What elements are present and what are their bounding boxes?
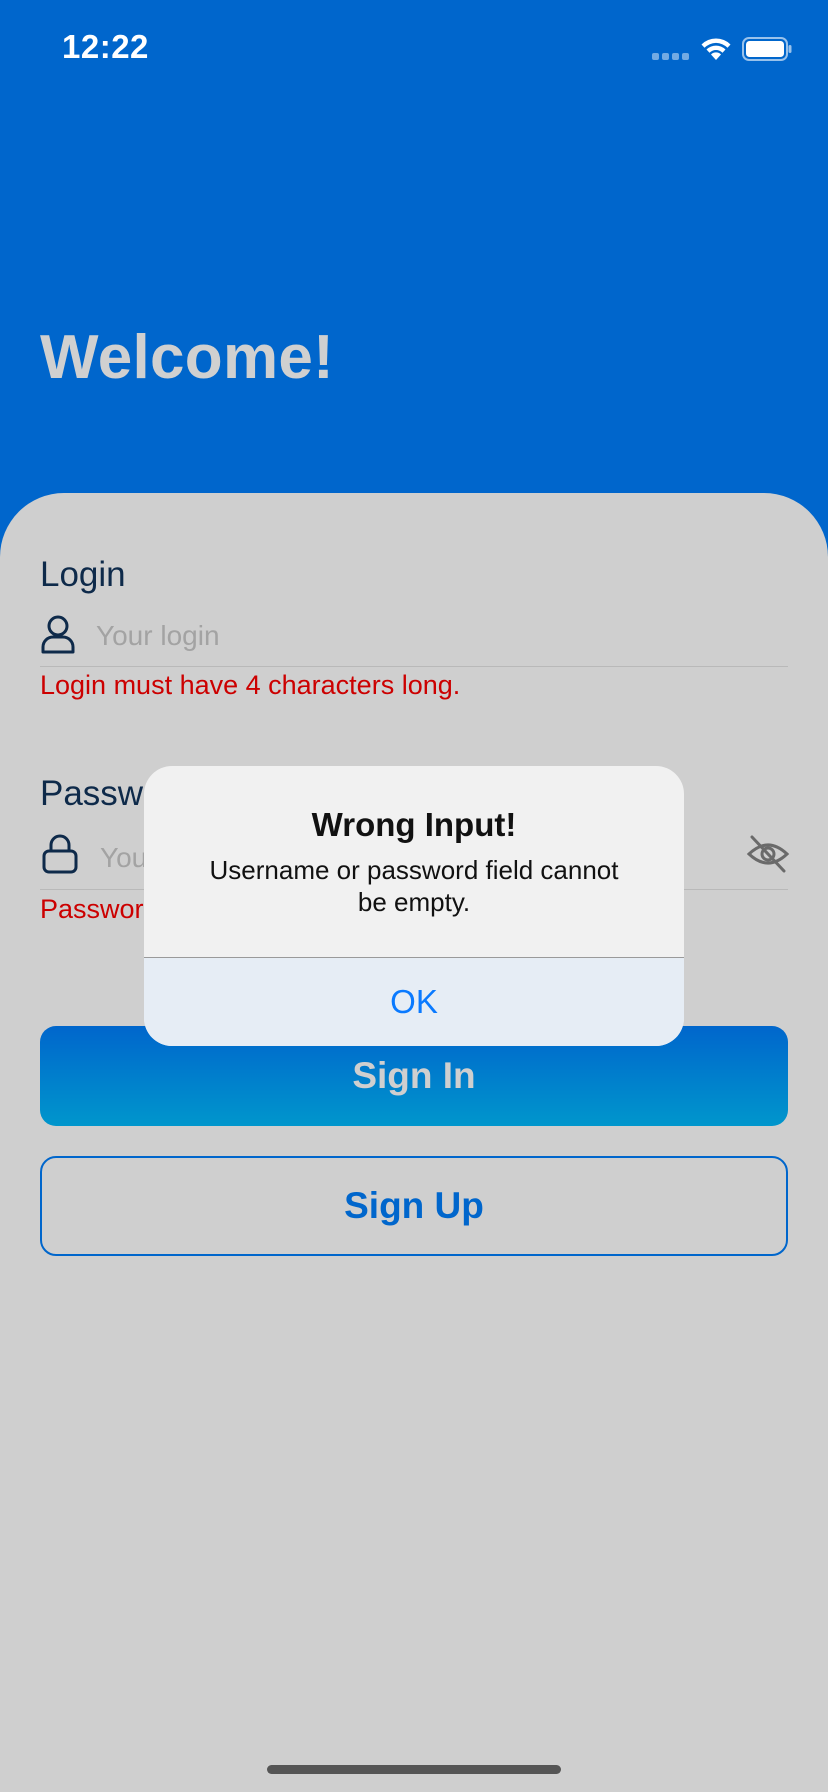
welcome-title: Welcome! — [40, 323, 335, 392]
home-indicator[interactable] — [267, 1765, 561, 1774]
status-bar: 12:22 — [0, 0, 828, 100]
eye-slash-icon[interactable] — [746, 834, 790, 874]
battery-icon — [742, 37, 792, 61]
login-underline — [40, 666, 788, 667]
alert-message: Username or password field cannot be emp… — [209, 855, 619, 917]
alert-ok-button[interactable]: OK — [144, 958, 684, 1046]
user-icon — [41, 615, 75, 654]
login-input[interactable] — [96, 614, 736, 658]
sign-up-button[interactable]: Sign Up — [40, 1156, 788, 1256]
alert-dialog: Wrong Input! Username or password field … — [144, 766, 684, 1046]
cellular-signal-icon — [652, 53, 692, 61]
login-screen: 12:22 Welcome! Login Login must have 4 c… — [0, 0, 828, 1792]
alert-title: Wrong Input! — [311, 806, 517, 843]
status-time: 12:22 — [62, 28, 149, 65]
password-error-message: Password — [40, 894, 159, 924]
wifi-icon — [701, 38, 731, 60]
login-error-message: Login must have 4 characters long. — [40, 670, 461, 700]
login-label: Login — [40, 555, 126, 594]
lock-icon — [42, 834, 78, 874]
